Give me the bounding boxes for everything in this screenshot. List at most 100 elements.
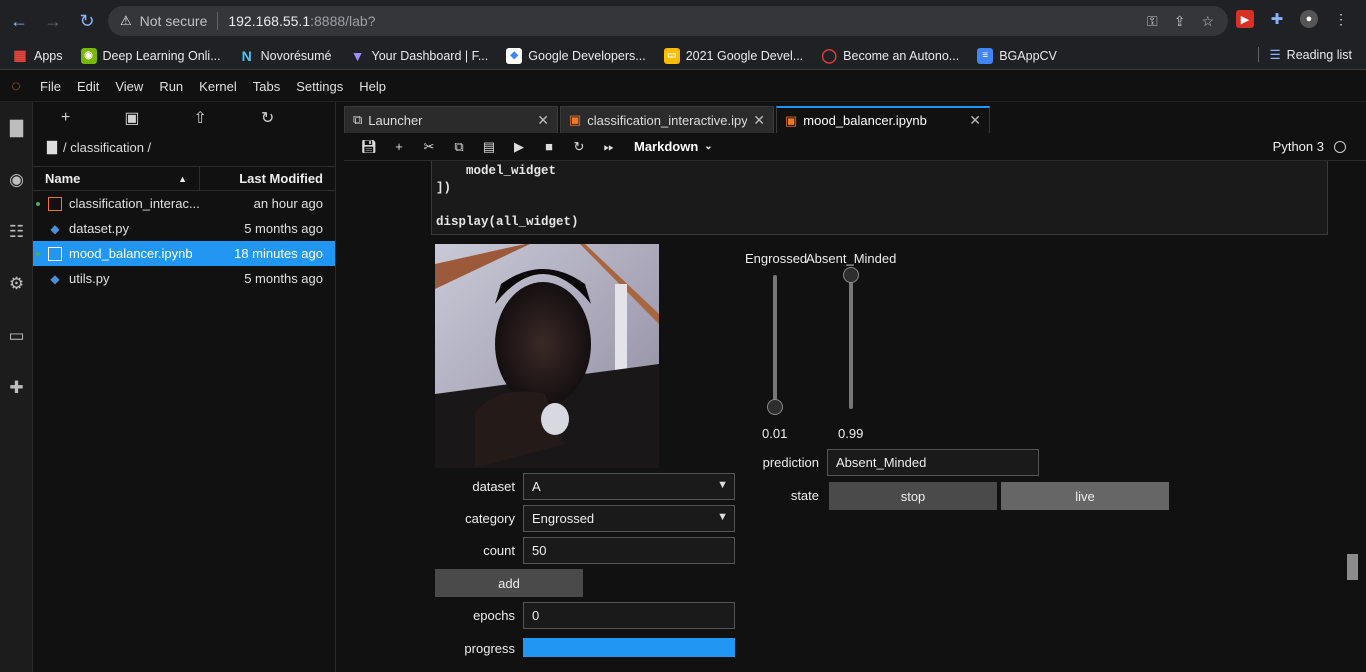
bookmark-deep-learning[interactable]: ◉ Deep Learning Onli... xyxy=(80,47,221,64)
prediction-field: Absent_Minded xyxy=(827,449,1039,476)
copy-icon[interactable]: ⧉ xyxy=(444,139,474,155)
star-icon[interactable]: ☆ xyxy=(1201,13,1214,30)
cut-icon[interactable]: ✂ xyxy=(414,139,444,155)
new-folder-icon[interactable]: ▣ xyxy=(124,108,139,128)
menu-settings[interactable]: Settings xyxy=(296,79,343,94)
column-name[interactable]: Name ▲ xyxy=(33,167,200,190)
camera-image xyxy=(435,244,659,468)
back-icon[interactable]: ← xyxy=(4,6,34,36)
code-cell[interactable]: model_widget]) display(all_widget) xyxy=(431,161,1328,235)
new-launcher-icon[interactable]: + xyxy=(61,109,70,127)
dataset-select[interactable]: A ▼ xyxy=(523,473,735,500)
scrollbar-thumb[interactable] xyxy=(1347,554,1358,580)
prediction-value: Absent_Minded xyxy=(836,455,927,470)
kernel-status[interactable]: Python 3 xyxy=(1273,139,1346,154)
property-inspector-icon[interactable]: ⚙ xyxy=(0,258,33,310)
menu-file[interactable]: File xyxy=(40,79,61,94)
live-button[interactable]: live xyxy=(1001,482,1169,510)
breadcrumb[interactable]: ▇ / classification / xyxy=(33,134,335,160)
address-bar[interactable]: ⚠ Not secure 192.168.55.1 :8888/lab? ⚿ ⇪… xyxy=(108,6,1228,36)
menu-kernel[interactable]: Kernel xyxy=(199,79,237,94)
running-indicator xyxy=(36,201,40,206)
bookmark-apps[interactable]: ▦ Apps xyxy=(12,47,63,64)
run-icon[interactable]: ▶ xyxy=(504,139,534,155)
more-icon[interactable]: ⋮ xyxy=(1332,10,1350,28)
bookmark-google-developers[interactable]: ◆ Google Developers... xyxy=(506,47,646,64)
extensions-icon[interactable]: ✚ xyxy=(0,362,33,414)
menu-view[interactable]: View xyxy=(115,79,143,94)
file-row-selected[interactable]: mood_balancer.ipynb 18 minutes ago xyxy=(33,241,335,266)
file-name: mood_balancer.ipynb xyxy=(69,246,193,261)
bookmark-novoresume[interactable]: N Novorésumé xyxy=(239,48,332,64)
column-modified[interactable]: Last Modified xyxy=(200,171,335,186)
menu-help[interactable]: Help xyxy=(359,79,386,94)
menu-edit[interactable]: Edit xyxy=(77,79,99,94)
paste-icon[interactable]: ▤ xyxy=(474,139,504,155)
python-icon: ◆ xyxy=(50,271,60,286)
slider-absent-track[interactable] xyxy=(849,275,853,409)
bookmark-bgappcv[interactable]: ≡ BGAppCV xyxy=(977,47,1057,64)
slider-absent-label: Absent_Minded xyxy=(806,251,897,266)
breadcrumb-path[interactable]: / classification / xyxy=(63,140,151,155)
close-icon[interactable]: ✕ xyxy=(537,112,549,129)
stop-icon[interactable]: ■ xyxy=(534,139,564,154)
file-row[interactable]: ◆ utils.py 5 months ago xyxy=(33,266,335,291)
refresh-icon[interactable]: ↻ xyxy=(261,108,274,128)
restart-icon[interactable]: ↻ xyxy=(564,139,594,155)
close-icon[interactable]: ✕ xyxy=(753,112,765,129)
file-row[interactable]: classification_interac... an hour ago xyxy=(33,191,335,216)
file-name: utils.py xyxy=(69,271,110,286)
upload-icon[interactable]: ⇧ xyxy=(193,108,206,128)
column-name-label: Name xyxy=(45,171,81,186)
file-row[interactable]: ◆ dataset.py 5 months ago xyxy=(33,216,335,241)
python-icon: ◆ xyxy=(50,221,60,236)
tabs-icon[interactable]: ▭ xyxy=(0,310,33,362)
add-button[interactable]: add xyxy=(435,569,583,597)
file-browser: + ▣ ⇧ ↻ ▇ / classification / Name ▲ Last … xyxy=(33,102,336,672)
bookmark-2021-google[interactable]: ▭ 2021 Google Devel... xyxy=(663,47,803,64)
reading-list[interactable]: ☰ Reading list xyxy=(1258,47,1352,62)
cell-type-select[interactable]: Markdown ⌄ xyxy=(634,139,713,154)
reload-icon[interactable]: ↻ xyxy=(72,6,102,36)
fast-forward-icon[interactable]: ⏩︎ xyxy=(594,139,624,155)
stop-button[interactable]: stop xyxy=(829,482,997,510)
share-icon[interactable]: ⇪ xyxy=(1174,13,1186,30)
browser-toolbar: ← → ↻ ⚠ Not secure 192.168.55.1 :8888/la… xyxy=(0,0,1366,42)
url-host: 192.168.55.1 xyxy=(228,13,311,29)
folder-small-icon: ▇ xyxy=(47,139,57,154)
menu-run[interactable]: Run xyxy=(159,79,183,94)
insert-cell-icon[interactable]: + xyxy=(384,139,414,154)
slider-absent-handle[interactable] xyxy=(843,267,859,283)
dataset-label: dataset xyxy=(472,479,515,494)
bookmark-autonomous[interactable]: ◯ Become an Autono... xyxy=(821,47,960,64)
slider-engrossed-track[interactable] xyxy=(773,275,777,407)
count-value: 50 xyxy=(532,543,547,558)
novoresume-icon: N xyxy=(241,47,252,64)
slider-engrossed-handle[interactable] xyxy=(767,399,783,415)
tab-classification[interactable]: ▣ classification_interactive.ipyn ✕ xyxy=(560,106,774,133)
security-label: Not secure xyxy=(139,13,208,29)
bookmark-label: Apps xyxy=(34,48,63,63)
puzzle-icon[interactable]: ✚ xyxy=(1268,10,1286,28)
left-activity-bar: ▇ ◉ ☷ ⚙ ▭ ✚ xyxy=(0,102,33,672)
key-icon[interactable]: ⚿ xyxy=(1147,13,1158,30)
jupyter-logo-icon: ◌ xyxy=(11,77,21,95)
extension-icon[interactable]: ▶ xyxy=(1236,10,1254,28)
bookmark-label: Become an Autono... xyxy=(843,48,960,63)
cell-type-value: Markdown xyxy=(634,139,699,154)
epochs-input[interactable]: 0 xyxy=(523,602,735,629)
commands-icon[interactable]: ☷ xyxy=(0,206,33,258)
category-select[interactable]: Engrossed ▼ xyxy=(523,505,735,532)
menu-tabs[interactable]: Tabs xyxy=(253,79,280,94)
forward-icon[interactable]: → xyxy=(38,6,68,36)
tab-launcher[interactable]: ⧉ Launcher ✕ xyxy=(344,106,558,133)
avatar[interactable]: ● xyxy=(1300,10,1318,28)
chevron-down-icon: ▼ xyxy=(717,479,728,491)
count-input[interactable]: 50 xyxy=(523,537,735,564)
running-icon[interactable]: ◉ xyxy=(0,154,33,206)
tab-mood-balancer[interactable]: ▣ mood_balancer.ipynb ✕ xyxy=(776,106,990,133)
save-icon[interactable]: 💾︎ xyxy=(354,139,384,155)
close-icon[interactable]: ✕ xyxy=(969,112,981,129)
folder-icon[interactable]: ▇ xyxy=(0,102,33,154)
bookmark-dashboard[interactable]: ▼ Your Dashboard | F... xyxy=(350,48,489,64)
